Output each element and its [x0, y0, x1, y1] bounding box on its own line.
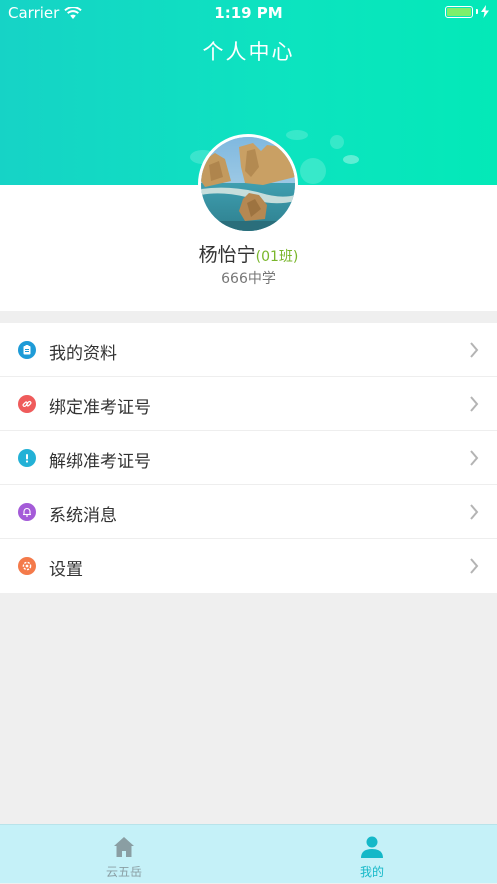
chevron-right-icon — [470, 504, 479, 520]
page-title: 个人中心 — [202, 40, 295, 64]
settings-icon — [18, 557, 36, 575]
menu-item-unbind-exam-number[interactable]: 解绑准考证号 — [0, 431, 497, 485]
bell-icon — [18, 503, 36, 521]
profile-doc-icon — [18, 341, 36, 359]
menu-item-settings[interactable]: 设置 — [0, 539, 497, 593]
charging-icon — [481, 5, 489, 18]
profile-name-row: 杨怡宁(01班) — [0, 240, 497, 267]
avatar[interactable] — [198, 134, 298, 234]
tab-label: 云五岳 — [105, 865, 142, 879]
tab-home[interactable]: 云五岳 — [0, 825, 248, 884]
tab-mine[interactable]: 我的 — [248, 825, 496, 884]
chevron-right-icon — [470, 558, 479, 574]
clock: 1:19 PM — [214, 4, 283, 22]
exclamation-icon — [18, 449, 36, 467]
home-icon — [114, 837, 134, 857]
menu-item-label: 解绑准考证号 — [49, 452, 151, 472]
chevron-right-icon — [470, 342, 479, 358]
student-name: 杨怡宁 — [198, 244, 256, 266]
menu-item-label: 系统消息 — [49, 506, 117, 526]
chevron-right-icon — [470, 396, 479, 412]
tab-label: 我的 — [359, 865, 384, 879]
link-icon — [18, 395, 36, 413]
menu-item-system-messages[interactable]: 系统消息 — [0, 485, 497, 539]
menu-item-bind-exam-number[interactable]: 绑定准考证号 — [0, 377, 497, 431]
menu-list: 我的资料 绑定准考证号 解绑准考证号 系统消息 设置 — [0, 323, 497, 593]
menu-item-my-profile[interactable]: 我的资料 — [0, 323, 497, 377]
menu-item-label: 设置 — [49, 560, 83, 580]
menu-item-label: 我的资料 — [49, 344, 117, 364]
chevron-right-icon — [470, 450, 479, 466]
avatar-photo — [201, 137, 295, 231]
battery-icon — [445, 5, 489, 18]
tab-bar: 云五岳 我的 — [0, 824, 497, 883]
person-icon — [361, 836, 383, 858]
class-label: (01班) — [255, 249, 299, 265]
school-name: 666中学 — [221, 271, 276, 287]
status-bar: Carrier 1:19 PM — [0, 0, 497, 26]
menu-item-label: 绑定准考证号 — [49, 398, 151, 418]
